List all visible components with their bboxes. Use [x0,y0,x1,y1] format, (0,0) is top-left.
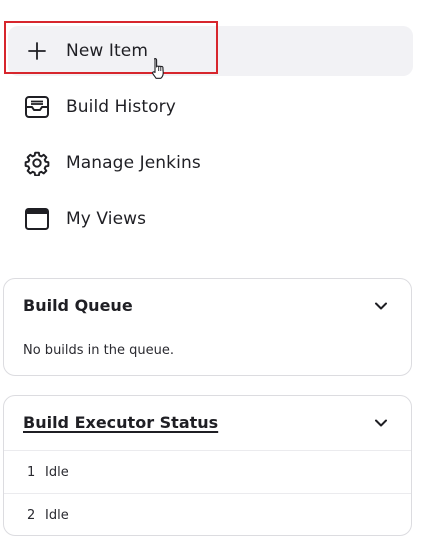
task-manage-jenkins[interactable]: Manage Jenkins [8,138,413,188]
empty-queue-message: No builds in the queue. [23,343,174,358]
executor-status-title-link[interactable]: Build Executor Status [23,413,218,432]
executor-number: 2 [27,507,36,523]
build-queue-header[interactable]: Build Queue [4,279,411,333]
gear-icon [23,149,51,177]
executor-row: 1 Idle [4,450,411,493]
executor-row: 2 Idle [4,493,411,536]
task-label: Build History [66,97,176,117]
build-queue-pane: Build Queue No builds in the queue. [3,278,412,376]
task-label: Manage Jenkins [66,153,201,173]
hand-cursor-icon [152,57,164,79]
inbox-tray-icon [23,93,51,121]
task-my-views[interactable]: My Views [8,194,413,244]
task-build-history[interactable]: Build History [8,82,413,132]
executor-number: 1 [27,464,36,480]
chevron-down-icon[interactable] [373,298,389,314]
task-label: New Item [66,41,148,61]
executor-status-pane: Build Executor Status 1 Idle 2 Idle [3,395,412,536]
executor-state: Idle [45,464,69,480]
task-label: My Views [66,209,147,229]
window-icon [23,205,51,233]
chevron-down-icon[interactable] [373,415,389,431]
executor-state: Idle [45,507,69,523]
build-queue-title: Build Queue [23,296,133,315]
executor-status-header: Build Executor Status [4,396,411,450]
task-new-item[interactable]: New Item [8,26,413,76]
plus-icon [23,37,51,65]
